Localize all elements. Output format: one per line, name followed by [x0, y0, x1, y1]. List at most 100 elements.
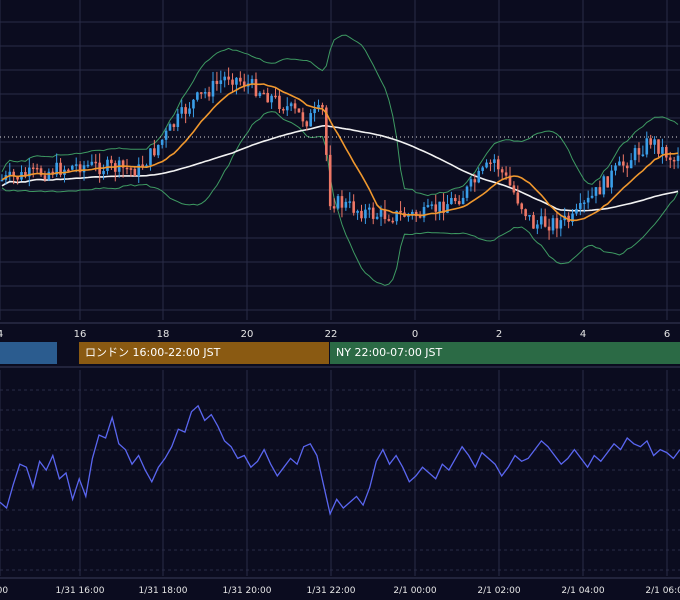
candle-body — [196, 92, 199, 100]
oscillator-x-tick-label: 2/1 00:00 — [393, 586, 437, 596]
session-band-london: ロンドン 16:00-22:00 JST — [79, 342, 329, 364]
candle-body — [149, 148, 152, 166]
candle-body — [555, 218, 559, 229]
oscillator-x-tick-label: 1/31 20:00 — [222, 586, 271, 596]
oscillator-x-tick-label: 1/31 16:00 — [55, 586, 104, 596]
x-tick-label: 22 — [325, 329, 338, 340]
session-band-ny: NY 22:00-07:00 JST — [330, 342, 680, 364]
candle-body — [543, 216, 547, 227]
candle-body — [297, 108, 301, 113]
candle-body — [239, 77, 242, 82]
candle-body — [641, 154, 645, 156]
candle-body — [438, 201, 441, 212]
candle-body — [211, 80, 215, 97]
candle-body — [665, 147, 668, 158]
candle-body — [129, 168, 133, 170]
candle-body — [164, 130, 168, 140]
candle-body — [668, 157, 672, 160]
candle-body — [43, 175, 47, 180]
candle-body — [528, 215, 531, 217]
candle-body — [110, 159, 113, 164]
candle-body — [207, 92, 211, 97]
moving-average-fast-line — [1, 83, 679, 222]
candle-body — [481, 167, 484, 171]
candle-body — [579, 203, 582, 209]
x-tick-label: 6 — [664, 329, 670, 340]
candle-body — [74, 164, 78, 166]
oscillator-x-tick-label: 2/1 04:00 — [561, 586, 605, 596]
candle-body — [473, 179, 477, 183]
candle-body — [500, 169, 504, 173]
candle-body — [180, 107, 184, 114]
x-tick-label: 0 — [412, 329, 418, 340]
candle-body — [106, 159, 109, 171]
session-band-tokyo — [0, 342, 57, 364]
candle-body — [254, 79, 258, 96]
candle-body — [485, 162, 488, 168]
x-tick-label: 16 — [74, 329, 87, 340]
candle-body — [282, 109, 285, 111]
candle-body — [203, 92, 207, 94]
candle-body — [399, 210, 402, 213]
candle-body — [184, 107, 187, 114]
candle-body — [504, 172, 508, 176]
candle-body — [602, 176, 606, 195]
x-tick-label: 20 — [241, 329, 254, 340]
candle-body — [250, 79, 254, 84]
candle-body — [653, 139, 656, 145]
candle-body — [524, 209, 527, 217]
candle-body — [340, 196, 344, 208]
candle-body — [102, 170, 105, 175]
candle-body — [231, 79, 234, 85]
candle-body — [598, 187, 602, 195]
candle-body — [661, 147, 664, 154]
candle-body — [176, 113, 180, 127]
candle-body — [94, 161, 98, 164]
candle-body — [536, 224, 539, 229]
candle-body — [606, 176, 610, 188]
candle-body — [614, 165, 617, 171]
candle-body — [364, 209, 367, 219]
candle-body — [575, 208, 578, 214]
candle-body — [426, 205, 430, 208]
candle-body — [274, 95, 277, 98]
candle-body — [559, 220, 563, 229]
candle-body — [649, 138, 652, 145]
candle-body — [586, 197, 590, 203]
candle-body — [477, 170, 481, 183]
candle-body — [610, 170, 613, 188]
oscillator-x-tick-label: 1/31 18:00 — [138, 586, 187, 596]
candle-body — [532, 215, 535, 229]
chart-canvas[interactable]: 4 16 18 20 22 0 2 4 6 4:00 1/31 16:00 1/31 18:00 1/3… — [0, 0, 680, 600]
candle-body — [391, 220, 395, 223]
candle-body — [153, 148, 156, 156]
candle-body — [379, 209, 383, 217]
candle-body — [657, 139, 660, 154]
x-tick-label: 4 — [580, 329, 586, 340]
candle-body — [676, 155, 680, 161]
candle-body — [188, 108, 191, 114]
candle-body — [465, 186, 469, 198]
candle-body — [516, 192, 520, 204]
candle-body — [547, 226, 551, 231]
candle-body — [215, 80, 219, 84]
candle-body — [594, 187, 598, 196]
candle-body — [590, 195, 594, 198]
candle-body — [8, 171, 12, 176]
candle-body — [387, 219, 391, 221]
candle-body — [368, 207, 371, 210]
candle-body — [313, 109, 316, 114]
candle-body — [336, 196, 340, 209]
oscillator-series-line — [0, 404, 680, 516]
candle-body — [227, 76, 230, 80]
candle-body — [450, 197, 453, 205]
candle-body — [199, 92, 203, 94]
candle-body — [489, 162, 492, 165]
candle-body — [67, 169, 70, 172]
candle-body — [457, 201, 461, 205]
candle-body — [235, 77, 238, 85]
candle-body — [321, 104, 324, 108]
candle-body — [35, 167, 39, 170]
candle-body — [309, 113, 312, 127]
candle-body — [371, 207, 375, 219]
